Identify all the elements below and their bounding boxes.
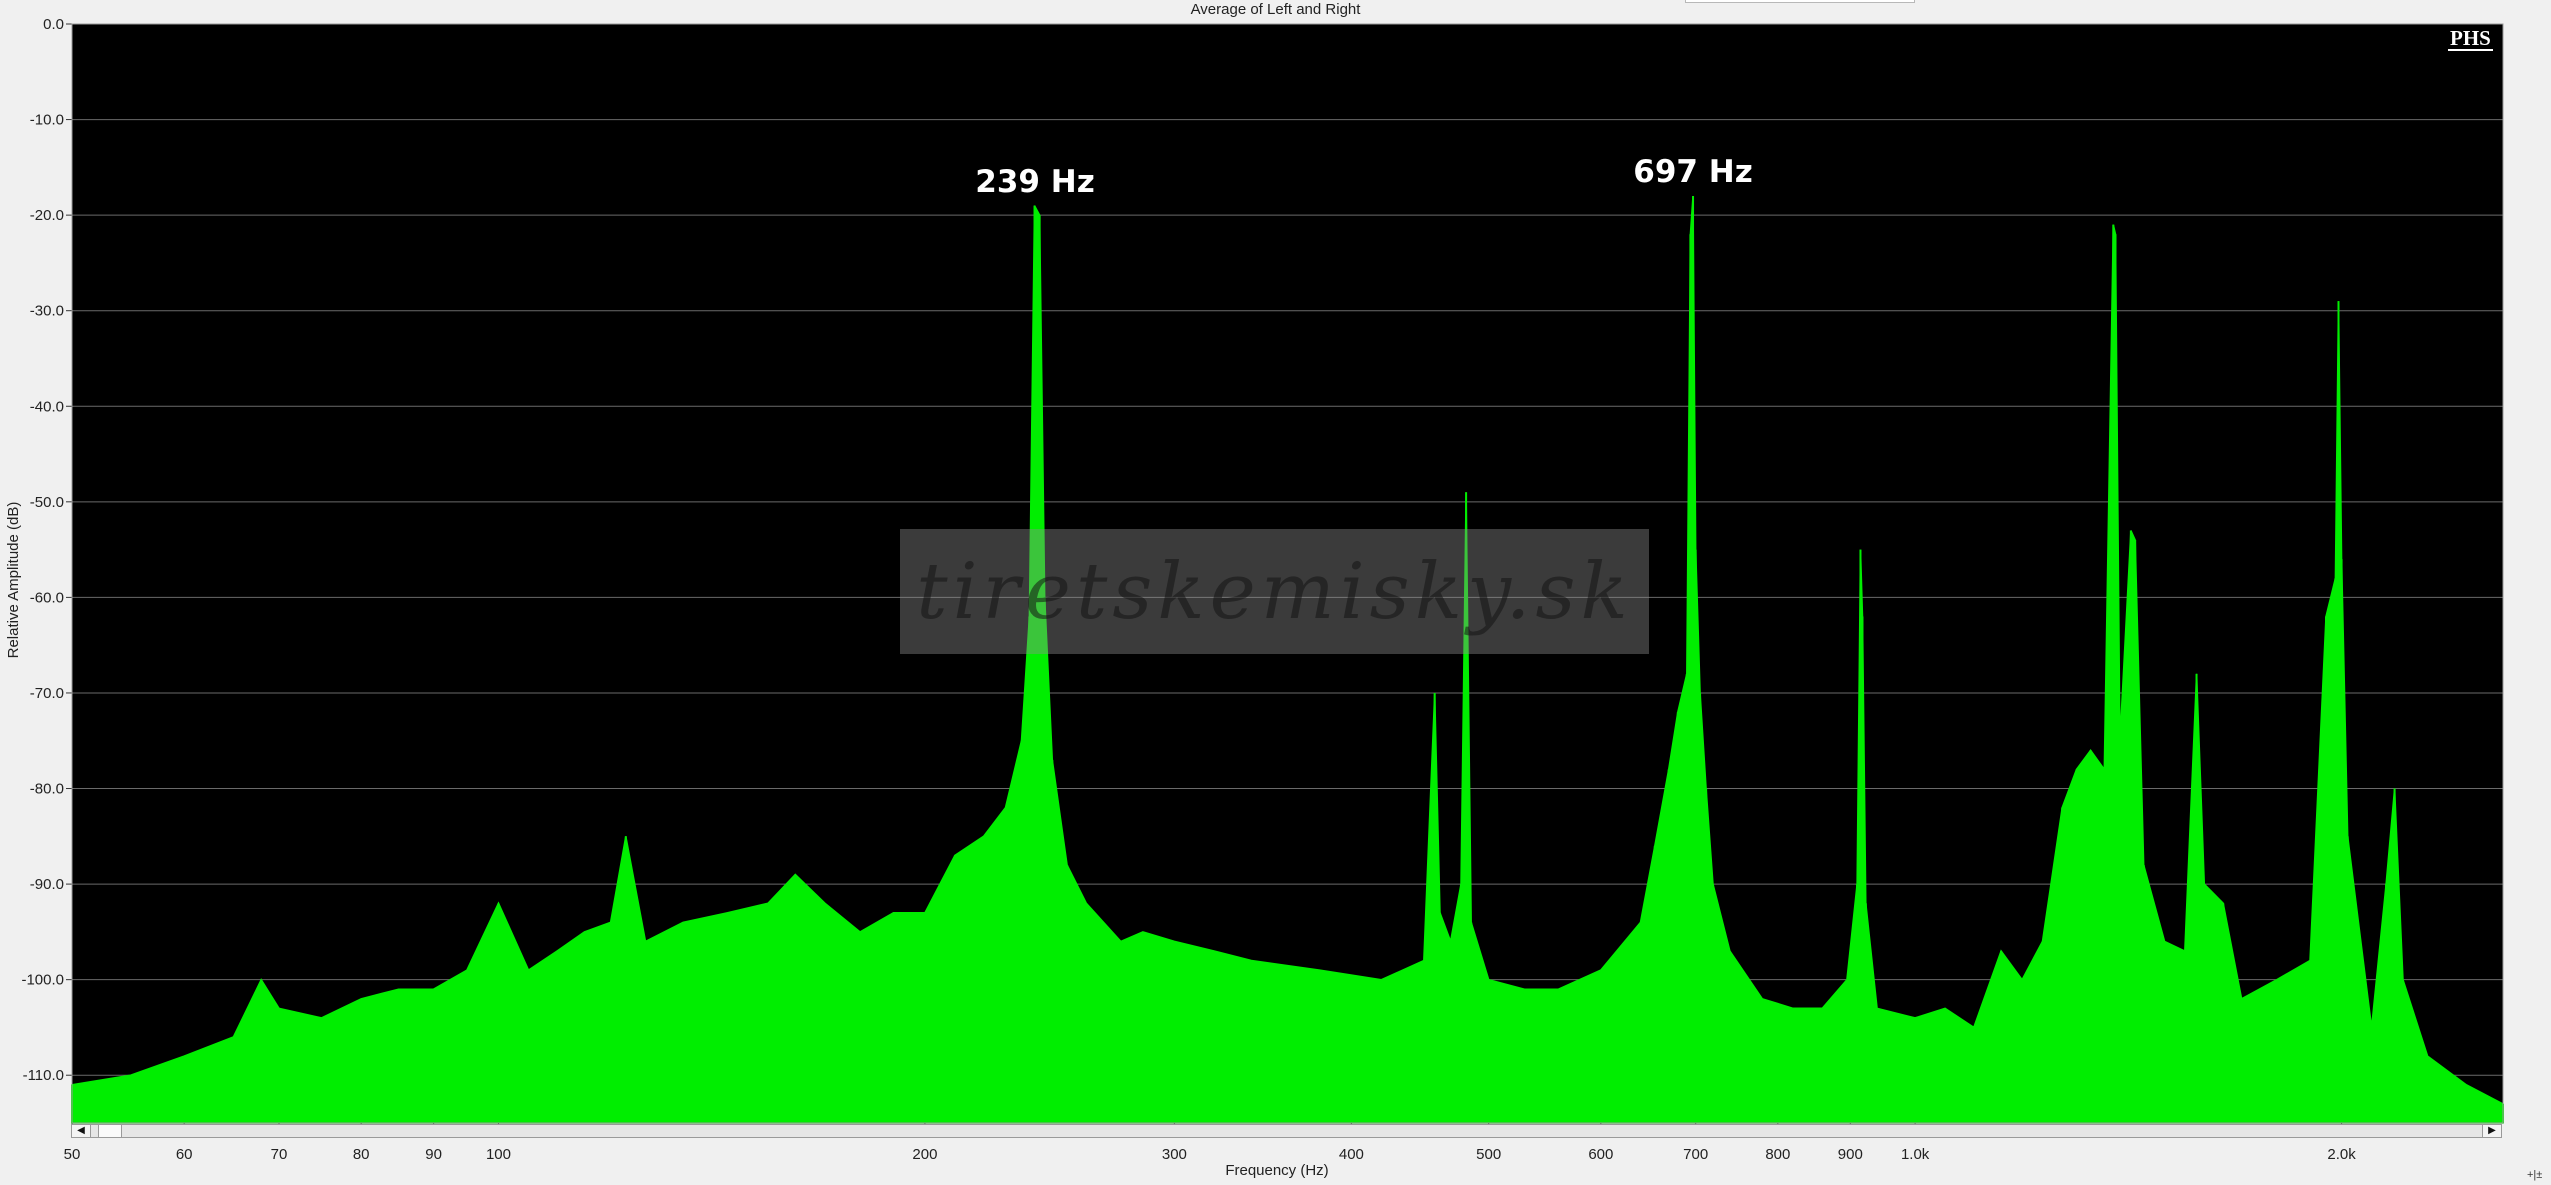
x-tick-label: 200 <box>912 1146 937 1163</box>
y-tick-label: -60.0 <box>30 589 64 606</box>
y-tick-label: -90.0 <box>30 876 64 893</box>
x-tick-label: 800 <box>1765 1146 1790 1163</box>
x-tick-label: 50 <box>64 1146 81 1163</box>
watermark: tiretskemisky.sk <box>900 529 1649 654</box>
scroll-left-arrow-icon[interactable]: ◀ <box>72 1125 91 1137</box>
annotation-peak-2: 697 Hz <box>1633 154 1753 190</box>
x-tick-label: 2.0k <box>2327 1146 2356 1163</box>
x-tick-label: 600 <box>1588 1146 1613 1163</box>
y-tick-label: -50.0 <box>30 494 64 511</box>
y-tick-label: -100.0 <box>21 972 64 989</box>
x-tick-label: 900 <box>1838 1146 1863 1163</box>
y-tick-label: -30.0 <box>30 303 64 320</box>
x-tick-label: 70 <box>271 1146 288 1163</box>
x-tick-label: 100 <box>486 1146 511 1163</box>
scroll-thumb[interactable] <box>98 1125 122 1137</box>
y-tick-label: -20.0 <box>30 207 64 224</box>
x-tick-label: 80 <box>353 1146 370 1163</box>
y-tick-label: 0.0 <box>43 16 64 33</box>
x-axis-label: Frequency (Hz) <box>1225 1162 1329 1179</box>
y-tick-label: -40.0 <box>30 398 64 415</box>
watermark-text: tiretskemisky.sk <box>916 546 1633 637</box>
zoom-control-icon[interactable]: +|± <box>2527 1168 2549 1182</box>
scroll-right-arrow-icon[interactable]: ▶ <box>2482 1125 2501 1137</box>
x-tick-label: 1.0k <box>1901 1146 1930 1163</box>
x-tick-label: 60 <box>176 1146 193 1163</box>
y-tick-label: -70.0 <box>30 685 64 702</box>
y-tick-label: -110.0 <box>23 1067 64 1084</box>
x-tick-label: 500 <box>1476 1146 1501 1163</box>
horizontal-scrollbar[interactable]: ◀ ▶ <box>71 1124 2502 1138</box>
x-tick-label: 90 <box>425 1146 442 1163</box>
y-tick-label: -80.0 <box>30 781 64 798</box>
logo: PHS <box>2448 26 2493 51</box>
x-tick-label: 700 <box>1683 1146 1708 1163</box>
annotation-peak-1: 239 Hz <box>975 164 1095 200</box>
y-tick-label: -10.0 <box>30 112 64 129</box>
